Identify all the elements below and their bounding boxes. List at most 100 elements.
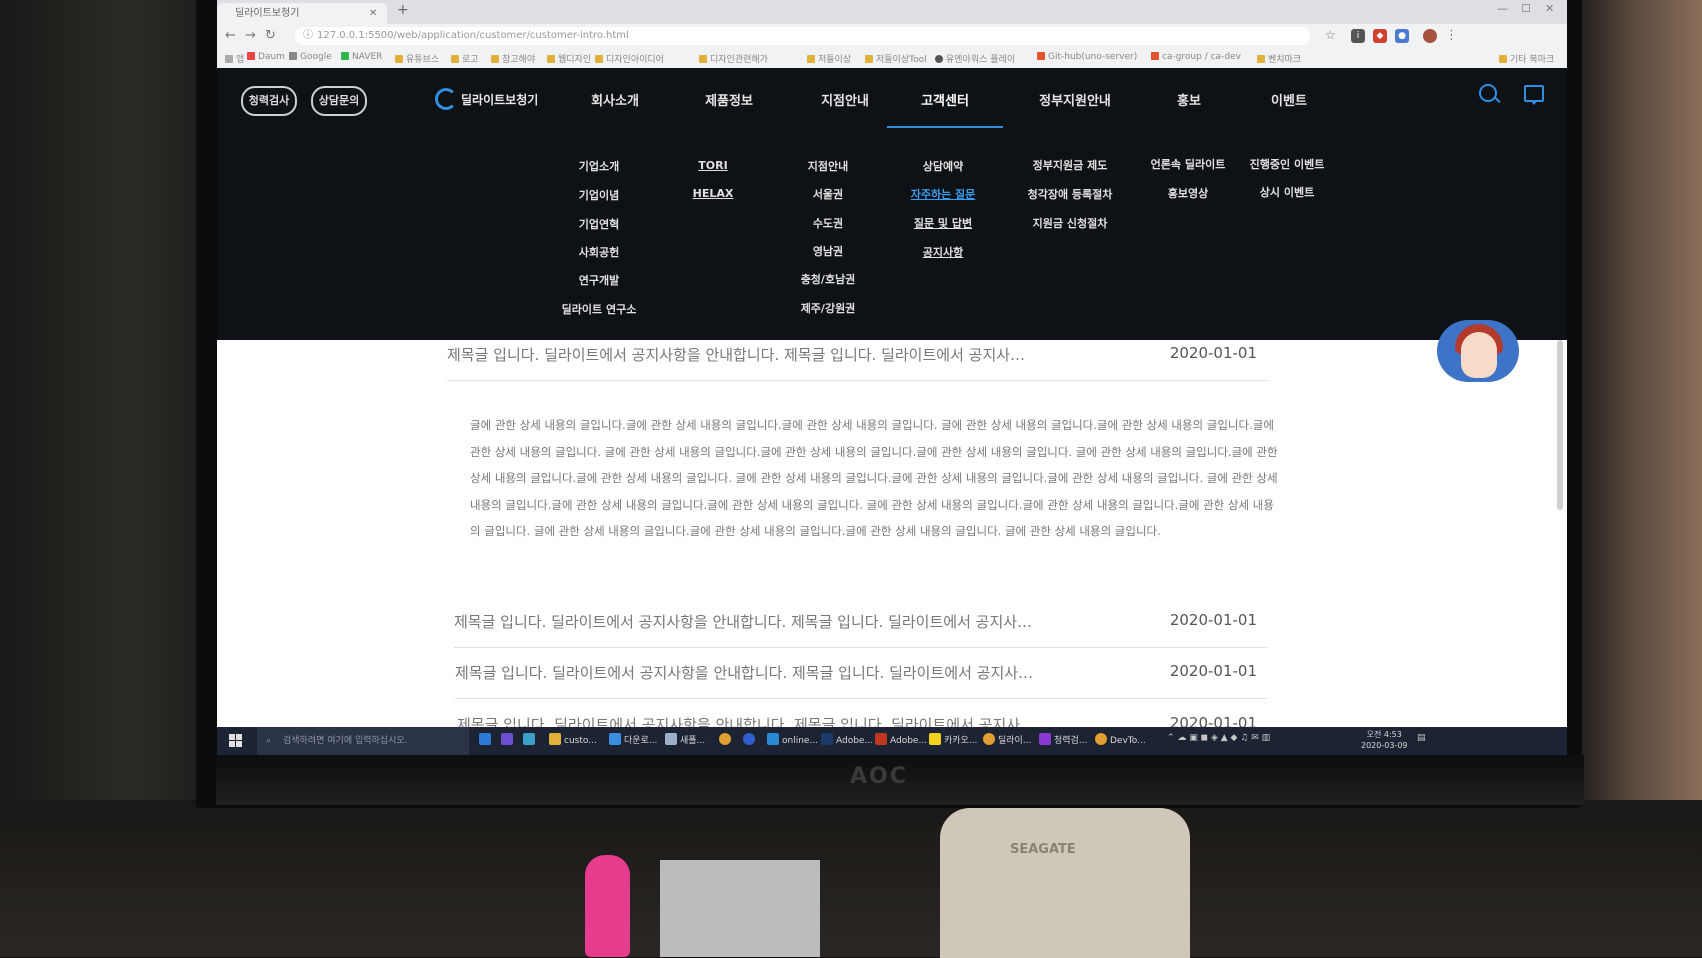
notice-row[interactable]: 제목글 입니다. 딜라이트에서 공지사항을 안내합니다. 제목글 입니다. 딜라…: [454, 607, 1267, 648]
bookmark-item[interactable]: 벤치마크: [1257, 52, 1301, 65]
taskbar-app[interactable]: 다운로...: [609, 731, 657, 751]
taskbar-app[interactable]: 딜라이...: [983, 731, 1031, 751]
new-tab-icon[interactable]: +: [397, 2, 409, 18]
bookmark-item[interactable]: 유튜브스: [395, 52, 439, 65]
other-bookmarks[interactable]: 기타 북마크: [1499, 52, 1554, 65]
menu-pr[interactable]: 홍보: [1149, 90, 1229, 109]
window-close-icon[interactable]: ✕: [1545, 2, 1554, 15]
menu-branch[interactable]: 지점안내: [805, 90, 885, 109]
minimize-icon[interactable]: —: [1497, 2, 1508, 15]
search-icon[interactable]: [1479, 84, 1497, 102]
taskbar-clock[interactable]: 오전 4:53 2020-03-09: [1361, 729, 1408, 751]
submenu-branch-chungcheong[interactable]: 충청/호남권: [801, 271, 856, 287]
bookmark-item[interactable]: NAVER: [341, 52, 382, 62]
system-tray-icons[interactable]: ⌃ ☁ ▣ ◼ ◈ ▲ ◆ ♫ ✉ ▥: [1167, 733, 1270, 743]
bookmark-item[interactable]: 디자인관련해가: [699, 52, 768, 65]
taskbar-app[interactable]: 새폴...: [665, 731, 705, 751]
maximize-icon[interactable]: ☐: [1521, 2, 1531, 15]
taskbar-app[interactable]: 카카오...: [929, 731, 977, 751]
bookmark-item[interactable]: 유엔아워스 플레이: [935, 52, 1015, 65]
submenu-product-tori[interactable]: TORI: [698, 159, 727, 172]
app-icon[interactable]: [501, 731, 516, 751]
submenu-company-lab[interactable]: 딜라이트 연구소: [562, 301, 637, 317]
submenu-company-intro[interactable]: 기업소개: [579, 158, 619, 174]
monitor-screen: 딜라이트보청기 ✕ + — ☐ ✕ ← → ↻ ⓘ 127.0.0.1:5500…: [217, 0, 1567, 755]
page-scrollbar[interactable]: [1557, 340, 1563, 510]
notification-icon[interactable]: ▤: [1417, 733, 1426, 743]
submenu-event-always[interactable]: 상시 이벤트: [1260, 184, 1314, 200]
extension-icon[interactable]: ⅰ: [1351, 29, 1365, 43]
bookmark-item[interactable]: 저들이상Tool: [865, 52, 927, 65]
menu-support[interactable]: 고객센터: [905, 90, 985, 109]
chat-icon[interactable]: [1524, 85, 1544, 105]
chrome-icon[interactable]: [719, 731, 734, 751]
extension-icon[interactable]: ●: [1395, 29, 1409, 43]
submenu-gov-apply[interactable]: 지원금 신청절차: [1033, 215, 1108, 231]
address-bar[interactable]: ⓘ 127.0.0.1:5500/web/application/custome…: [295, 27, 1310, 45]
submenu-product-helax[interactable]: HELAX: [693, 187, 734, 200]
submenu-support-reservation[interactable]: 상담예약: [923, 158, 963, 174]
taskbar-app[interactable]: Adobe...: [875, 731, 927, 751]
app-icon[interactable]: [523, 731, 538, 751]
bookmark-item[interactable]: Git-hub(uno-server): [1037, 52, 1137, 62]
submenu-pr-press[interactable]: 언론속 딜라이트: [1151, 156, 1226, 172]
taskbar-app[interactable]: online...: [767, 731, 818, 751]
pink-bottle: [585, 855, 630, 957]
monitor-brand: AOC: [850, 764, 908, 789]
bookmark-item[interactable]: 디자인아이디어: [595, 52, 664, 65]
menu-product[interactable]: 제품정보: [689, 90, 769, 109]
bookmark-item[interactable]: 웹디자인: [547, 52, 591, 65]
submenu-gov-registration[interactable]: 청각장애 등록절차: [1028, 186, 1113, 202]
bookmark-item[interactable]: 참고해야: [491, 52, 535, 65]
chatbot-avatar[interactable]: [1437, 320, 1519, 382]
notice-row[interactable]: 제목글 입니다. 딜라이트에서 공지사항을 안내합니다. 제목글 입니다. 딜라…: [455, 658, 1267, 699]
taskbar-app[interactable]: 청력검...: [1039, 731, 1087, 751]
submenu-gov-system[interactable]: 정부지원금 제도: [1033, 157, 1108, 173]
submenu-support-faq[interactable]: 자주하는 질문: [911, 186, 976, 202]
extension-icon[interactable]: ◆: [1373, 29, 1387, 43]
close-icon[interactable]: ✕: [369, 3, 377, 24]
star-icon[interactable]: ☆: [1325, 28, 1336, 42]
notice-row[interactable]: 제목글 입니다. 딜라이트에서 공지사항을 안내합니다. 제목글 입니다. 딜라…: [447, 340, 1267, 381]
taskbar-search-input[interactable]: ⌕ 검색하려면 여기에 입력하십시오.: [257, 727, 469, 755]
submenu-branch-yeongnam[interactable]: 영남권: [813, 243, 843, 259]
forward-icon[interactable]: →: [245, 28, 256, 43]
taskbar-app[interactable]: custo...: [549, 731, 597, 751]
paper-sheet: [660, 860, 820, 957]
bookmark-item[interactable]: 앱: [225, 52, 244, 65]
menu-government[interactable]: 정부지원안내: [1025, 90, 1125, 109]
browser-tab[interactable]: 딜라이트보청기 ✕: [217, 3, 387, 24]
browser-toolbar: ← → ↻ ⓘ 127.0.0.1:5500/web/application/c…: [217, 24, 1567, 48]
app-icon[interactable]: [743, 731, 758, 751]
bookmark-item[interactable]: Daum: [247, 52, 285, 62]
bookmark-item[interactable]: Google: [289, 52, 332, 62]
submenu-branch-seoul[interactable]: 서울권: [813, 186, 843, 202]
submenu-company-rnd[interactable]: 연구개발: [579, 272, 619, 288]
bookmark-item[interactable]: 로고: [451, 52, 479, 65]
menu-company[interactable]: 회사소개: [575, 90, 655, 109]
hearing-test-button[interactable]: 청력검사: [241, 86, 297, 116]
submenu-event-ongoing[interactable]: 진행중인 이벤트: [1250, 156, 1325, 172]
edge-icon[interactable]: [479, 731, 494, 751]
back-icon[interactable]: ←: [225, 28, 236, 43]
submenu-support-notice[interactable]: 공지사항: [923, 244, 963, 260]
taskbar-app[interactable]: DevTo...: [1095, 731, 1146, 751]
submenu-pr-video[interactable]: 홍보영상: [1168, 185, 1208, 201]
submenu-branch-jeju[interactable]: 제주/강원권: [801, 300, 856, 316]
windows-start-icon[interactable]: [229, 734, 243, 748]
submenu-company-history[interactable]: 기업연혁: [579, 216, 619, 232]
submenu-company-philosophy[interactable]: 기업이념: [579, 187, 619, 203]
submenu-branch-capital[interactable]: 수도권: [813, 215, 843, 231]
submenu-company-social[interactable]: 사회공헌: [579, 244, 619, 260]
menu-event[interactable]: 이벤트: [1249, 90, 1329, 109]
consult-button[interactable]: 상담문의: [311, 86, 367, 116]
reload-icon[interactable]: ↻: [265, 28, 276, 43]
submenu-branch-info[interactable]: 지점안내: [808, 158, 848, 174]
menu-icon[interactable]: ⋮: [1445, 28, 1458, 43]
profile-avatar[interactable]: [1423, 29, 1437, 43]
taskbar-app[interactable]: Adobe...: [821, 731, 873, 751]
bookmark-item[interactable]: 저들이상: [807, 52, 851, 65]
bookmark-item[interactable]: ca-group / ca-dev: [1151, 52, 1241, 62]
site-header: 청력검사 상담문의 딜라이트보청기 회사소개 제품정보 지점안내 고객센터 정부…: [217, 68, 1567, 340]
submenu-support-qna[interactable]: 질문 및 답변: [914, 215, 972, 231]
